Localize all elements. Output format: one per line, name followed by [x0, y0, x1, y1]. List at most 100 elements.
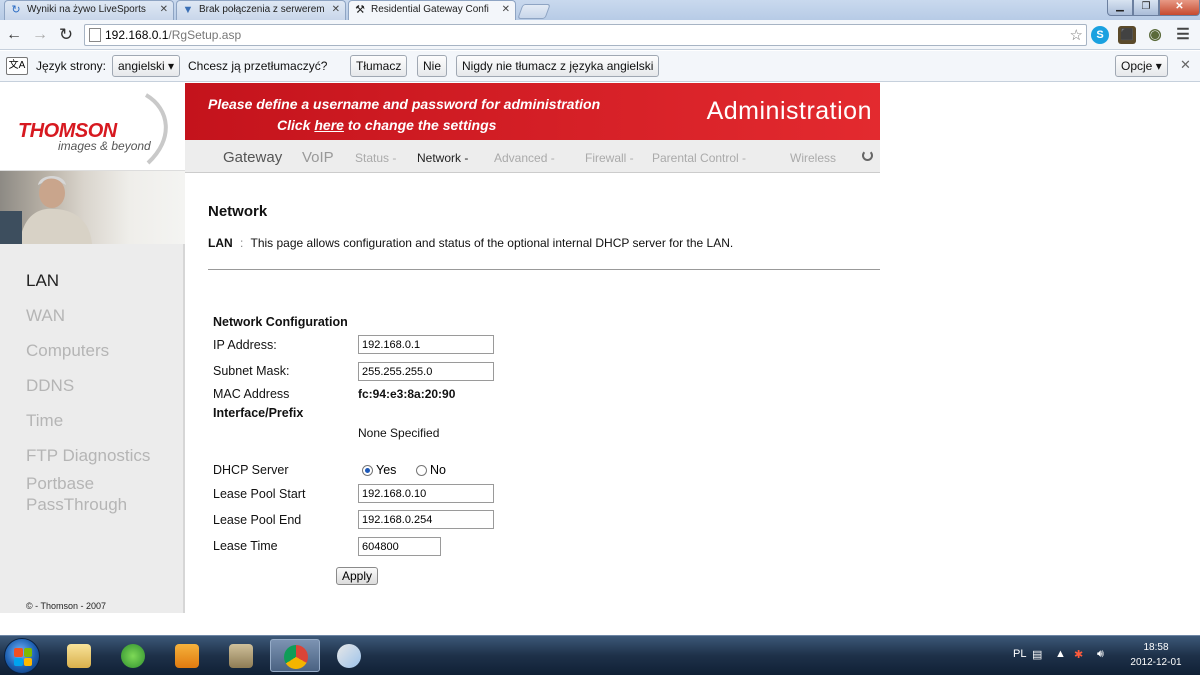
banner-message: Please define a username and password fo… [208, 96, 601, 112]
taskbar-explorer[interactable] [54, 639, 104, 672]
dhcp-server-radio-group: Yes No [362, 463, 452, 479]
mac-address-value: fc:94:e3:8a:20:90 [358, 387, 456, 401]
nav-gateway[interactable]: Gateway [223, 149, 282, 166]
taskbar-archiver[interactable] [216, 639, 266, 672]
taskbar-messenger[interactable] [108, 639, 158, 672]
volume-icon[interactable]: 🔊︎ [1097, 648, 1104, 661]
media-player-icon [175, 644, 199, 668]
taskbar-chrome[interactable] [270, 639, 320, 672]
section-title: Network [208, 203, 268, 220]
close-icon[interactable]: ✕ [1180, 57, 1191, 73]
subnet-mask-input[interactable] [358, 362, 494, 381]
people-icon [121, 644, 145, 668]
language-indicator[interactable]: PL [1013, 648, 1026, 660]
logo-swoosh-icon [144, 93, 168, 165]
sidebar-item-wan[interactable]: WAN [26, 305, 65, 326]
taskbar-paint[interactable] [324, 639, 374, 672]
no-button[interactable]: Nie [417, 55, 448, 77]
tab-close-icon[interactable]: ✕ [160, 1, 168, 19]
apply-button[interactable]: Apply [336, 567, 378, 585]
back-arrow-icon[interactable]: ← [4, 25, 24, 45]
keyboard-icon[interactable]: ▤ [1032, 648, 1042, 661]
folder-icon [67, 644, 91, 668]
spinner-icon [862, 150, 873, 161]
taskbar: PL ▤ ▲ ✱ 🔊︎ 18:58 2012-12-01 [0, 635, 1200, 675]
sidebar-item-passthrough[interactable]: PassThrough [26, 494, 127, 515]
forward-arrow-icon[interactable]: → [30, 25, 50, 45]
tab-no-connection[interactable]: ▼ Brak połączenia z serwerem ✕ [176, 0, 346, 20]
bookmark-star-icon[interactable]: ☆ [1070, 26, 1083, 44]
router-page: THOMSON images & beyond Please define a … [0, 83, 1200, 635]
translate-question: Chcesz ją przetłumaczyć? [188, 59, 328, 73]
tab-title: Brak połączenia z serwerem [199, 4, 325, 15]
minimize-button[interactable]: ▁ [1107, 0, 1133, 16]
person-photo-icon [0, 176, 92, 244]
close-window-button[interactable]: ✕ [1159, 0, 1200, 16]
new-tab-button[interactable] [517, 4, 551, 19]
nav-firewall[interactable]: Firewall - [585, 151, 634, 165]
navigation-bar: ← → ↻ 192.168.0.1/RgSetup.asp ☆ S ⬛ ◉ ☰ [0, 20, 1200, 50]
sidebar: LAN WAN Computers DDNS Time FTP Diagnost… [0, 171, 185, 613]
nav-voip[interactable]: VoIP [302, 149, 334, 166]
tools-icon: ⚒ [355, 4, 365, 16]
sidebar-item-portbase[interactable]: Portbase [26, 473, 94, 494]
sidebar-item-ddns[interactable]: DDNS [26, 375, 74, 396]
paint-icon [337, 644, 361, 668]
tab-title: Wyniki na żywo LiveSports [27, 4, 146, 15]
tab-residential-gateway[interactable]: ⚒ Residential Gateway Confi ✕ [348, 0, 516, 20]
start-button[interactable] [4, 638, 40, 674]
skype-icon[interactable]: S [1091, 26, 1109, 44]
maximize-button[interactable]: ❐ [1133, 0, 1159, 16]
options-button[interactable]: Opcje ▾ [1115, 55, 1168, 77]
extension-icon[interactable]: ⬛ [1118, 26, 1136, 44]
page-title-administration: Administration [706, 97, 872, 125]
clock-time[interactable]: 18:58 [1128, 642, 1184, 653]
dhcp-no-label: No [430, 463, 446, 477]
tab-close-icon[interactable]: ✕ [332, 1, 340, 19]
tray-expand-icon[interactable]: ▲ [1055, 648, 1066, 660]
ip-address-input[interactable] [358, 335, 494, 354]
translate-bar: 文A Język strony: angielski ▾ Chcesz ją p… [0, 51, 1200, 82]
page-icon [89, 28, 101, 42]
network-warning-icon[interactable]: ✱ [1074, 648, 1083, 661]
taskbar-media-player[interactable] [162, 639, 212, 672]
nav-status[interactable]: Status - [355, 151, 396, 165]
thomson-logo: THOMSON images & beyond [0, 83, 185, 171]
lease-time-label: Lease Time [213, 539, 278, 553]
reload-icon[interactable]: ↻ [56, 25, 76, 45]
clock-date[interactable]: 2012-12-01 [1124, 657, 1188, 668]
nav-parental-control[interactable]: Parental Control - [652, 151, 746, 165]
wifi-icon: ▼ [182, 4, 194, 16]
sidebar-item-lan[interactable]: LAN [26, 270, 59, 291]
wrench-menu-icon[interactable]: ☰ [1174, 26, 1192, 44]
sidebar-photo [0, 171, 185, 244]
tab-strip: ↻ Wyniki na żywo LiveSports ✕ ▼ Brak poł… [0, 0, 1200, 20]
tab-livesports[interactable]: ↻ Wyniki na żywo LiveSports ✕ [4, 0, 174, 20]
tab-close-icon[interactable]: ✕ [502, 1, 510, 19]
here-link[interactable]: here [314, 117, 344, 133]
nav-network[interactable]: Network - [417, 151, 468, 165]
nav-advanced[interactable]: Advanced - [494, 151, 555, 165]
sidebar-item-time[interactable]: Time [26, 410, 63, 431]
sidebar-item-ftp-diagnostics[interactable]: FTP Diagnostics [26, 445, 150, 466]
page-language-label: Język strony: [36, 59, 107, 73]
sidebar-item-computers[interactable]: Computers [26, 340, 109, 361]
mac-address-label: MAC Address [213, 387, 290, 401]
never-translate-button[interactable]: Nigdy nie tłumacz z języka angielski [456, 55, 660, 77]
dhcp-no-radio[interactable] [416, 465, 427, 476]
language-select[interactable]: angielski ▾ [112, 55, 181, 77]
lease-pool-end-label: Lease Pool End [213, 513, 302, 527]
nav-wireless[interactable]: Wireless [790, 151, 836, 165]
subnet-mask-label: Subnet Mask: [213, 364, 290, 378]
tab-title: Residential Gateway Confi [371, 4, 489, 15]
banner-click-message: Click here to change the settings [277, 117, 497, 133]
lease-pool-end-input[interactable] [358, 510, 494, 529]
lease-pool-start-input[interactable] [358, 484, 494, 503]
eye-extension-icon[interactable]: ◉ [1146, 26, 1164, 44]
lease-time-input[interactable] [358, 537, 441, 556]
interface-prefix-value: None Specified [358, 426, 440, 440]
dhcp-yes-radio[interactable] [362, 465, 373, 476]
address-bar[interactable]: 192.168.0.1/RgSetup.asp ☆ [84, 24, 1087, 46]
translate-button[interactable]: Tłumacz [350, 55, 408, 77]
logo-tagline: images & beyond [58, 139, 151, 153]
